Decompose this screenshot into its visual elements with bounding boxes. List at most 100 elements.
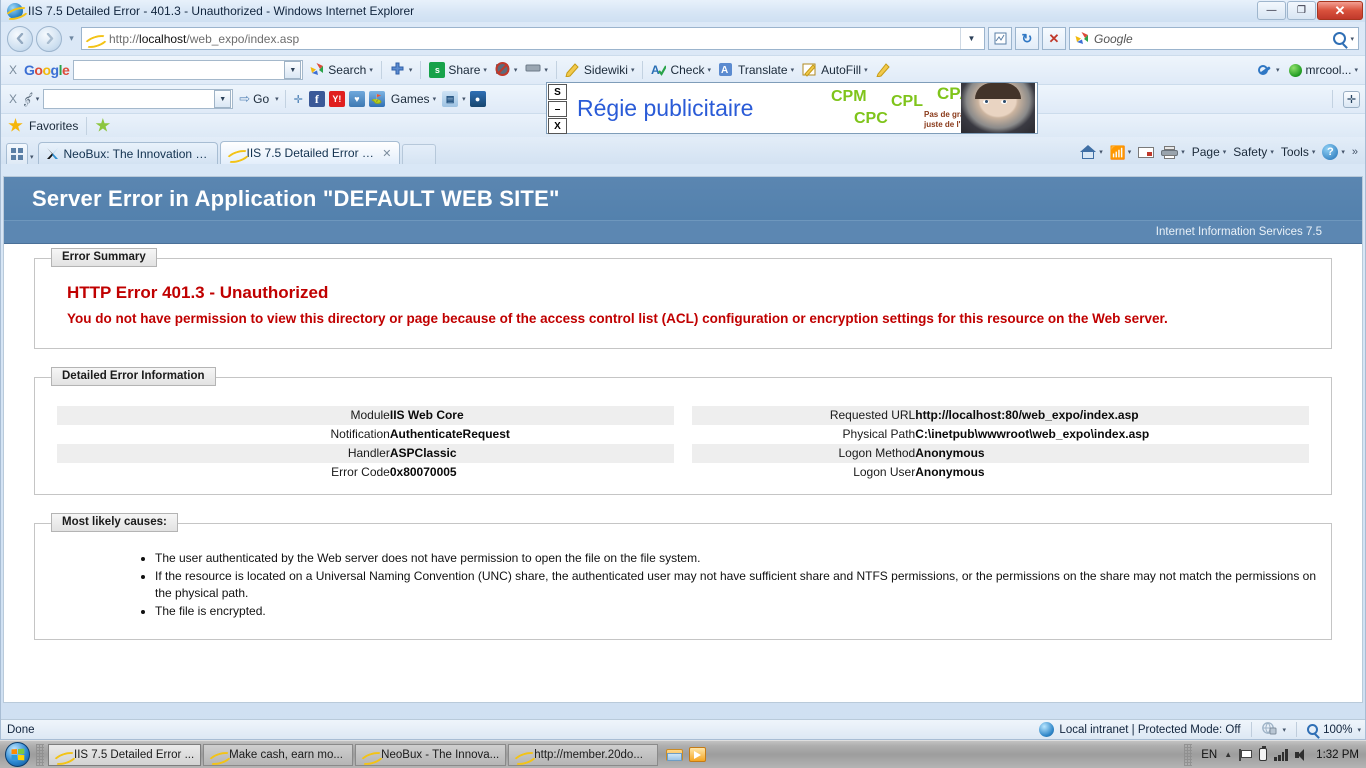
refresh-button[interactable]: ↻ [1015,27,1039,50]
action-center-icon[interactable] [1239,748,1253,761]
language-indicator[interactable]: EN [1201,749,1217,761]
chevron-down-icon[interactable]: ▼ [214,90,232,108]
add-to-favorites-bar-icon[interactable] [95,118,111,132]
quick-tabs-button[interactable] [6,143,28,164]
chevron-down-icon[interactable]: ▾ [409,66,413,74]
chevron-down-icon[interactable]: ▾ [433,95,437,103]
chevron-down-icon[interactable]: ▾ [1181,148,1185,156]
chevron-down-icon[interactable]: ▾ [1283,726,1287,734]
recent-pages-dropdown-icon[interactable]: ▾ [65,33,78,44]
network-icon[interactable] [1274,748,1289,761]
chevron-down-icon[interactable]: ▾ [544,66,548,74]
page-menu-button[interactable]: Page ▾ [1190,144,1229,160]
stop-button[interactable]: ✕ [1042,27,1066,50]
feeds-button[interactable]: 📶 ▾ [1108,144,1134,161]
go-button[interactable]: ⇨ Go [237,90,271,108]
media-player-icon[interactable] [689,747,707,762]
highlight-button[interactable]: ▾ [523,61,550,79]
chevron-down-icon[interactable]: ▾ [1270,148,1274,156]
plus-small-icon[interactable]: ✛ [292,92,305,107]
ad-popup-s-button[interactable]: S [548,84,567,100]
close-icon[interactable]: ✕ [382,147,391,160]
pencil-button[interactable] [874,61,894,79]
chevron-down-icon[interactable]: ▾ [514,66,518,74]
spellcheck-button[interactable]: A Check ▾ [649,61,713,79]
zoom-icon[interactable] [1307,724,1319,735]
taskbar-item-member20do[interactable]: http://member.20do... [508,743,659,766]
search-icon[interactable] [1333,32,1347,45]
google-search-button[interactable]: Search ▾ [307,61,375,79]
new-tab-button[interactable] [401,144,436,164]
print-button[interactable]: ▾ [1159,145,1187,160]
google-toolbar-close[interactable]: X [6,63,20,77]
chevron-down-icon[interactable]: ▾ [631,66,635,74]
favorites-label[interactable]: Favorites [29,119,78,133]
explorer-icon[interactable] [666,748,684,762]
facebook-icon[interactable]: f [308,91,325,107]
taskbar-grip[interactable] [36,743,44,766]
chevron-down-icon[interactable]: ▾ [483,66,487,74]
mail-button[interactable] [1136,146,1156,159]
yahoo-icon[interactable]: Y! [328,91,345,107]
forward-button[interactable] [36,25,62,52]
chevron-down-icon[interactable]: ▾ [462,95,466,103]
tray-grip[interactable] [1184,743,1193,766]
taskbar-item-iis[interactable]: IIS 7.5 Detailed Error ... [48,743,202,766]
chevron-down-icon[interactable]: ▾ [864,66,868,74]
google-toolbar-settings-button[interactable]: ▾ [1256,62,1282,79]
tab-neobux[interactable]: NeoBux: The Innovation in... [37,142,218,164]
chevron-down-icon[interactable]: ▾ [1312,148,1316,156]
chevron-down-icon[interactable]: ▾ [1223,148,1227,156]
help-menu-button[interactable]: ? ▾ [1320,143,1347,161]
google-share-button[interactable]: s Share ▾ [427,61,489,79]
battery-icon[interactable] [1259,746,1268,761]
ad-popup-close-button[interactable]: X [548,118,567,134]
games-button[interactable]: Games ▾ [389,91,438,107]
command-bar-overflow[interactable]: » [1350,145,1360,159]
joystick-icon[interactable]: ⛳ [368,91,385,107]
close-button[interactable]: ✕ [1317,1,1363,20]
show-hidden-icons-button[interactable]: ▲ [1224,750,1232,759]
chevron-down-icon[interactable]: ▾ [791,66,795,74]
ad-popup-minimize-button[interactable]: – [548,101,567,117]
chevron-down-icon[interactable]: ▾ [36,95,40,103]
tab-iis-error[interactable]: IIS 7.5 Detailed Error - 4... ✕ [219,141,400,164]
chevron-down-icon[interactable]: ▾ [369,66,373,74]
taskbar-item-neobux[interactable]: NeoBux - The Innova... [355,743,507,766]
maximize-button[interactable]: ❐ [1287,1,1316,20]
autofill-button[interactable]: AutoFill ▾ [800,61,870,79]
taskbar-item-makecash[interactable]: Make cash, earn mo... [203,743,354,766]
clock[interactable]: 1:32 PM [1316,749,1359,761]
chevron-down-icon[interactable]: ▾ [1128,148,1132,156]
secondary-toolbar-close[interactable]: X [6,92,20,106]
minimize-button[interactable]: — [1257,1,1286,20]
google-search-input[interactable]: ▼ [73,60,304,80]
search-provider-caret[interactable]: ▾ [1350,35,1354,43]
home-button[interactable]: ▾ [1078,144,1105,160]
start-button[interactable] [2,742,32,768]
lock-icon[interactable] [1261,721,1278,738]
google-plus-button[interactable]: ▾ [388,61,415,79]
chevron-down-icon[interactable]: ▾ [1357,726,1361,734]
chevron-down-icon[interactable]: ▾ [707,66,711,74]
translate-button[interactable]: A Translate ▾ [717,61,796,79]
popup-blocker-button[interactable]: ▾ [493,61,520,79]
address-input[interactable]: http://localhost/web_expo/index.asp ▼ [81,27,985,50]
sidewiki-button[interactable]: Sidewiki ▾ [563,61,637,79]
back-button[interactable] [7,25,33,52]
ad-popup[interactable]: Régie publicitaire CPM CPL CPA CPC Pas d… [546,82,1038,134]
address-dropdown-icon[interactable]: ▼ [960,28,982,49]
toolbar-expand-button[interactable]: ✛ [1343,90,1360,108]
volume-icon[interactable] [1295,748,1309,761]
safety-menu-button[interactable]: Safety ▾ [1231,144,1276,160]
chevron-down-icon[interactable]: ▾ [1341,148,1345,156]
tv-icon[interactable]: ▤ [442,91,459,107]
secondary-toolbar-input[interactable]: ▼ [43,89,234,109]
chevron-down-icon[interactable]: ▾ [1276,66,1280,74]
favorites-star-icon[interactable] [8,118,23,132]
chevron-down-icon[interactable]: ▾ [1099,148,1103,156]
cards-icon[interactable]: ♥ [348,91,365,107]
google-account-button[interactable]: mrcool... ▾ [1287,62,1360,78]
user-avatar-icon[interactable]: ● [469,91,486,107]
chevron-down-icon[interactable]: ▾ [275,95,279,103]
